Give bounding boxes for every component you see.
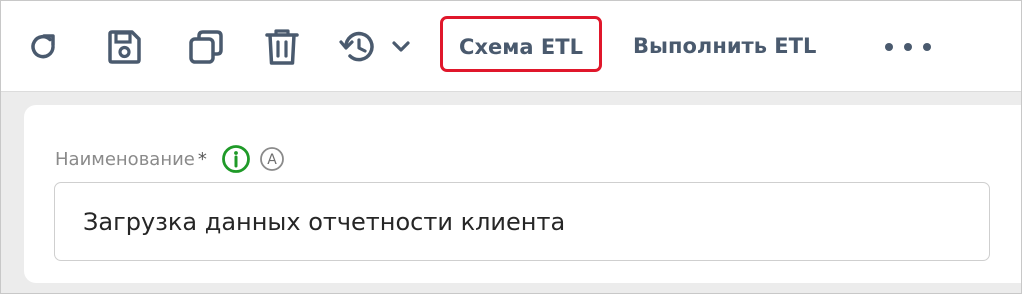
refresh-icon[interactable]	[22, 23, 66, 71]
name-field-label: Наименование	[55, 148, 195, 170]
auto-badge-icon[interactable]: A	[259, 146, 285, 172]
save-icon[interactable]	[102, 23, 146, 71]
copy-icon[interactable]	[184, 23, 228, 71]
more-icon[interactable]	[885, 39, 931, 55]
info-icon[interactable]	[221, 144, 251, 174]
name-input-value[interactable]: Загрузка данных отчетности клиента	[83, 183, 565, 262]
auto-badge-letter: A	[267, 152, 277, 168]
trash-icon[interactable]	[260, 23, 304, 71]
required-mark: *	[197, 148, 207, 170]
history-icon[interactable]	[338, 23, 418, 71]
etl-schema-button[interactable]: Схема ETL	[440, 16, 602, 72]
run-etl-button[interactable]: Выполнить ETL	[633, 29, 816, 63]
name-input[interactable]: Загрузка данных отчетности клиента	[54, 182, 990, 261]
name-field-label-row: Наименование * A	[55, 144, 285, 174]
toolbar: Схема ETL Выполнить ETL	[1, 1, 1021, 92]
